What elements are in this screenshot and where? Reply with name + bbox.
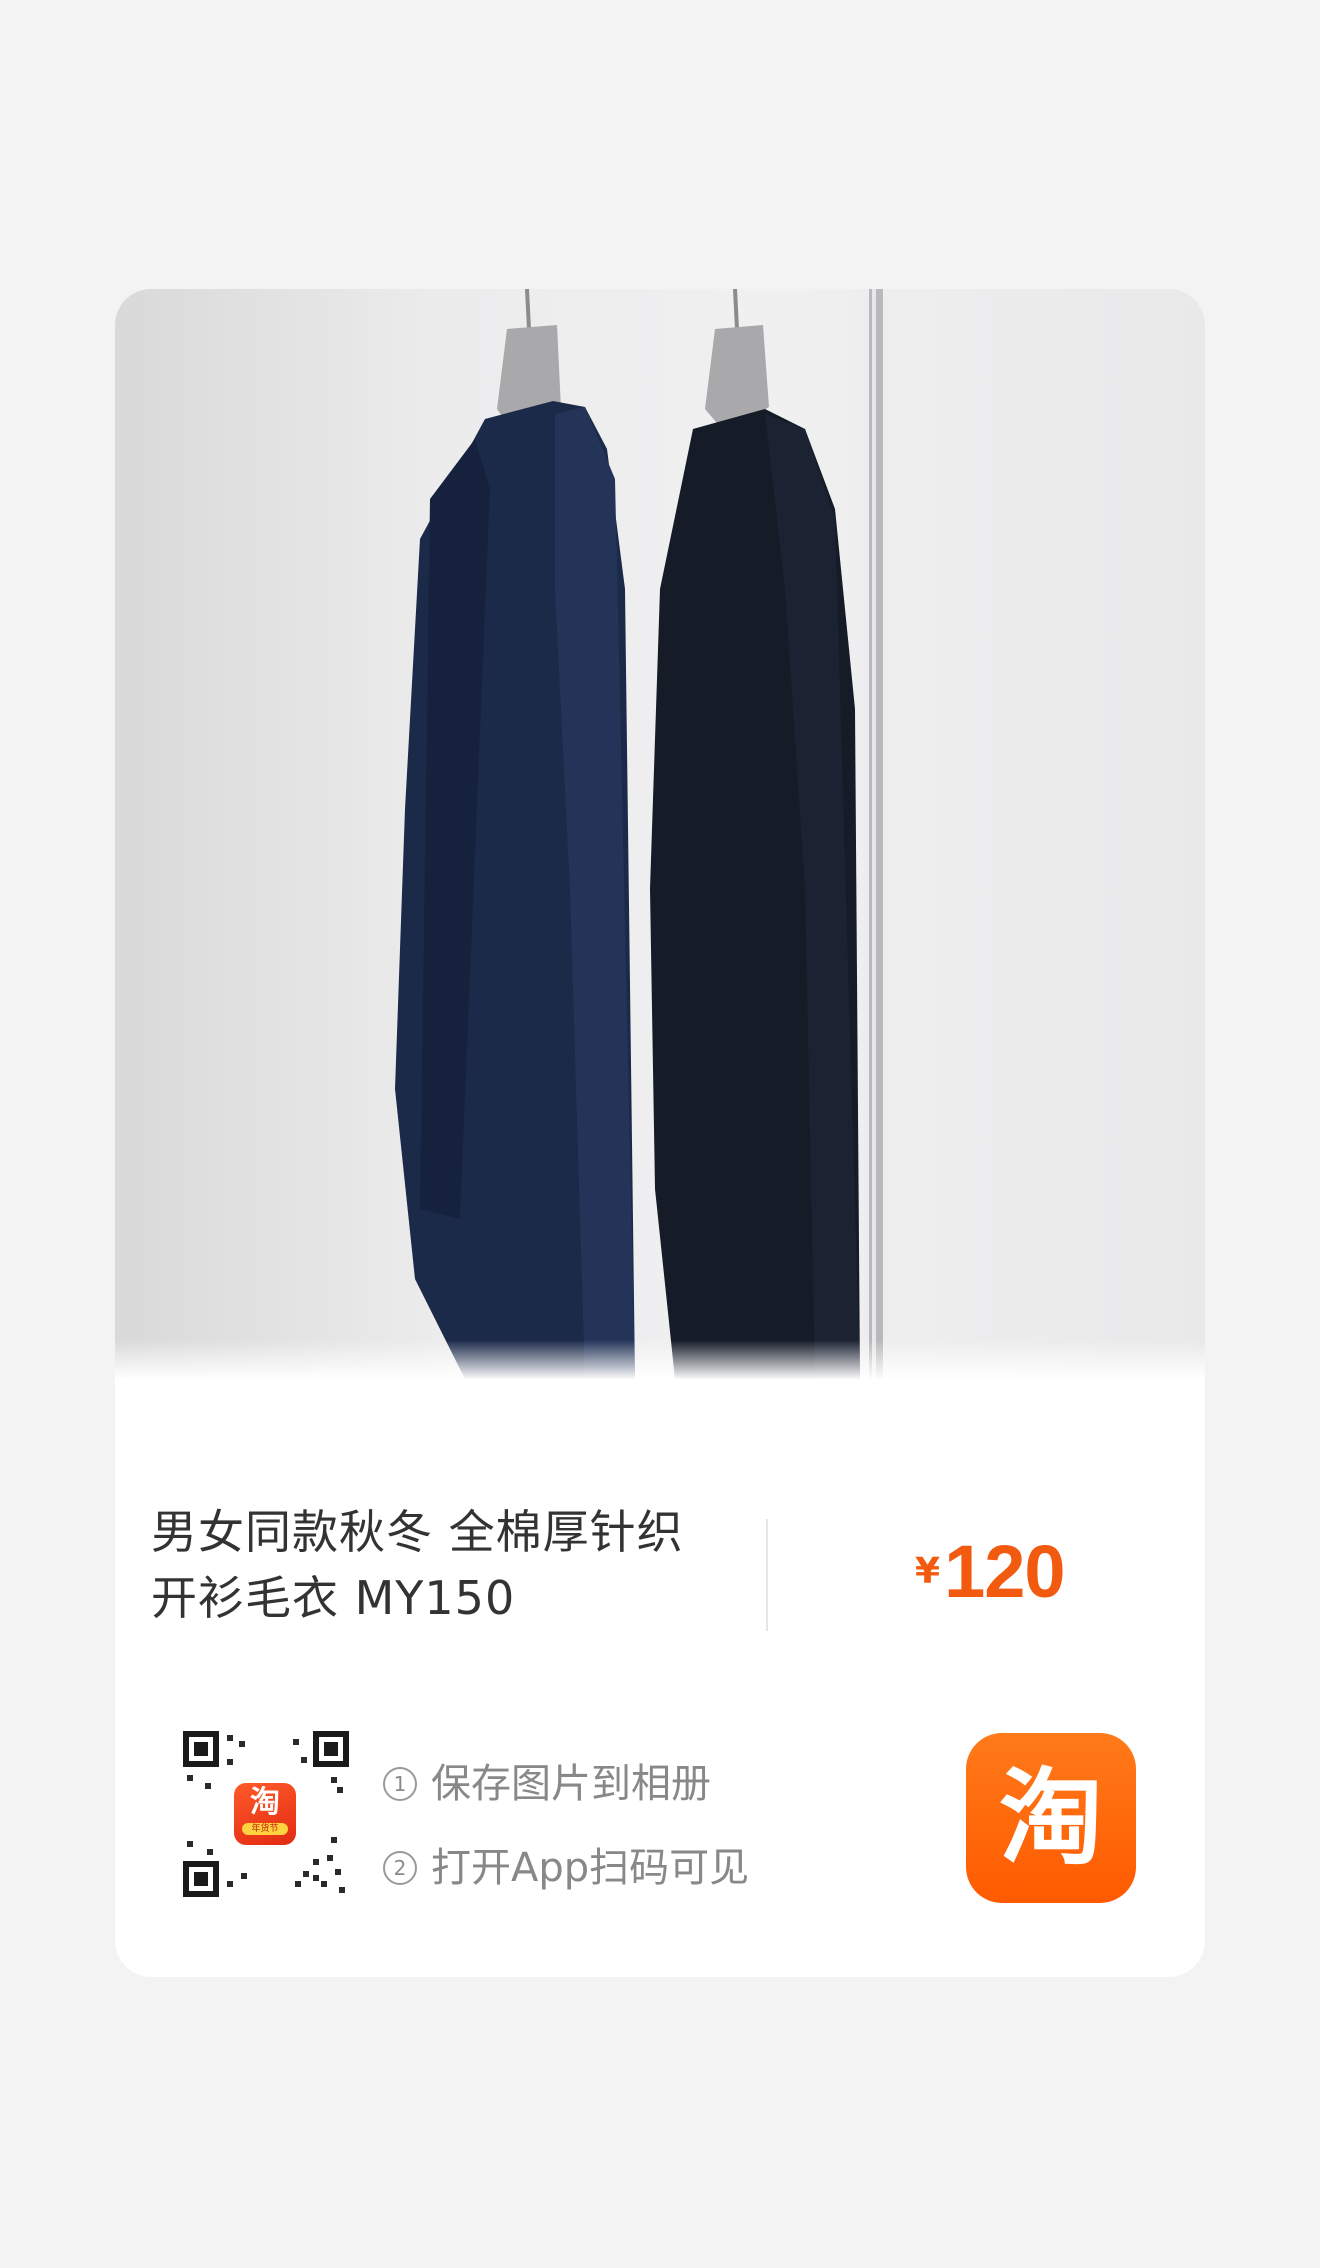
step2-text: 打开App扫码可见 xyxy=(431,1845,750,1891)
step-save-image: 1 保存图片到相册 xyxy=(383,1751,711,1809)
product-share-card: 男女同款秋冬 全棉厚针织 开衫毛衣 MY150 ¥120 淘 年货节 1 保存图… xyxy=(115,289,1205,1977)
product-title-line1: 男女同款秋冬 全棉厚针织 xyxy=(151,1505,684,1559)
product-title-line2: 开衫毛衣 MY150 xyxy=(151,1571,516,1625)
price-value: 120 xyxy=(944,1530,1065,1613)
product-price: ¥120 xyxy=(915,1529,1066,1614)
qr-logo-sub: 年货节 xyxy=(242,1823,288,1835)
qr-logo-glyph: 淘 xyxy=(250,1785,280,1820)
photo-fade xyxy=(115,1340,1205,1379)
qr-code[interactable]: 淘 年货节 xyxy=(183,1731,349,1897)
step-open-app: 2 打开App扫码可见 xyxy=(383,1835,749,1893)
title-price-divider xyxy=(766,1519,768,1631)
step2-number: 2 xyxy=(383,1851,417,1885)
cardigans-illustration xyxy=(395,289,883,1379)
price-currency: ¥ xyxy=(915,1551,941,1592)
step1-number: 1 xyxy=(383,1767,417,1801)
taobao-logo-icon: 淘 年货节 xyxy=(234,1783,296,1845)
taobao-app-icon[interactable]: 淘 xyxy=(966,1733,1136,1903)
product-title[interactable]: 男女同款秋冬 全棉厚针织 开衫毛衣 MY150 xyxy=(151,1499,751,1631)
step1-text: 保存图片到相册 xyxy=(431,1761,711,1807)
product-photo[interactable] xyxy=(115,289,1205,1379)
